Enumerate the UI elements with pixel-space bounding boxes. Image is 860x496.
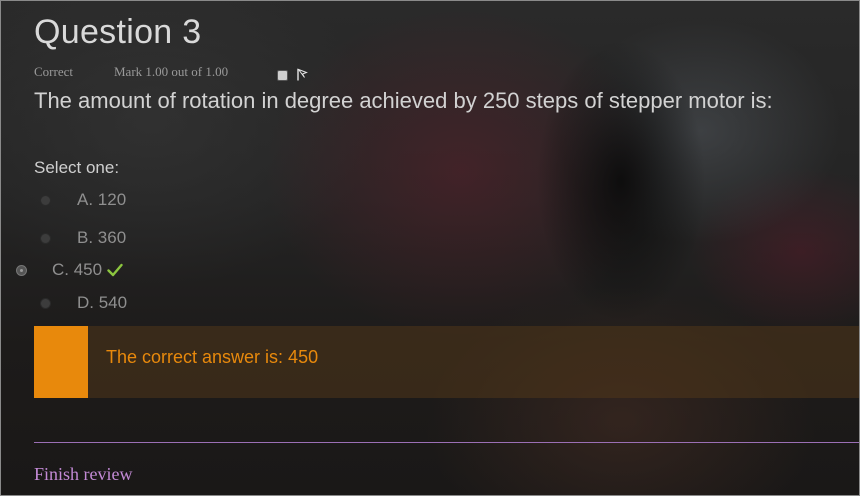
option-a-label: A. 120 bbox=[77, 190, 127, 209]
option-d-label: D. 540 bbox=[77, 293, 128, 312]
flag-icon[interactable] bbox=[296, 68, 308, 81]
option-b-label: B. 360 bbox=[77, 228, 127, 247]
question-mark: Mark 1.00 out of 1.00 bbox=[114, 64, 229, 79]
finish-review-link[interactable]: Finish review bbox=[34, 464, 133, 485]
option-d-radio[interactable] bbox=[40, 297, 51, 309]
question-title: Question 3 bbox=[34, 13, 202, 51]
option-a[interactable]: A. 120 bbox=[40, 190, 126, 210]
check-icon bbox=[107, 263, 123, 277]
flag-question-checkbox[interactable] bbox=[277, 70, 288, 81]
option-b[interactable]: B. 360 bbox=[40, 228, 126, 248]
option-a-radio[interactable] bbox=[40, 194, 51, 206]
feedback-panel: The correct answer is: 450 bbox=[34, 326, 859, 398]
option-c[interactable]: C. 450 bbox=[16, 260, 123, 280]
option-c-label: C. 450 bbox=[52, 260, 103, 279]
option-b-radio[interactable] bbox=[40, 232, 51, 244]
option-d[interactable]: D. 540 bbox=[40, 293, 127, 313]
option-c-radio[interactable] bbox=[16, 264, 27, 276]
question-status: Correct bbox=[34, 64, 73, 79]
correct-answer-text: The correct answer is: 450 bbox=[106, 347, 319, 367]
question-text: The amount of rotation in degree achieve… bbox=[34, 88, 773, 113]
quiz-review-panel: Question 3 Correct Mark 1.00 out of 1.00… bbox=[0, 0, 860, 496]
feedback-accent-bar bbox=[34, 326, 88, 398]
footer-divider bbox=[34, 442, 859, 443]
select-one-label: Select one: bbox=[34, 158, 120, 177]
